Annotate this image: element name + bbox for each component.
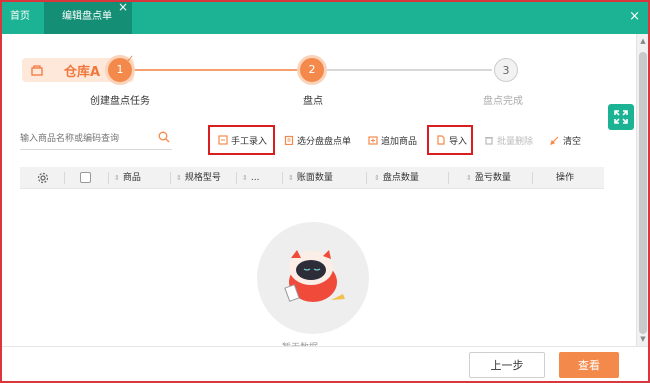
highlight-frame — [0, 0, 650, 383]
